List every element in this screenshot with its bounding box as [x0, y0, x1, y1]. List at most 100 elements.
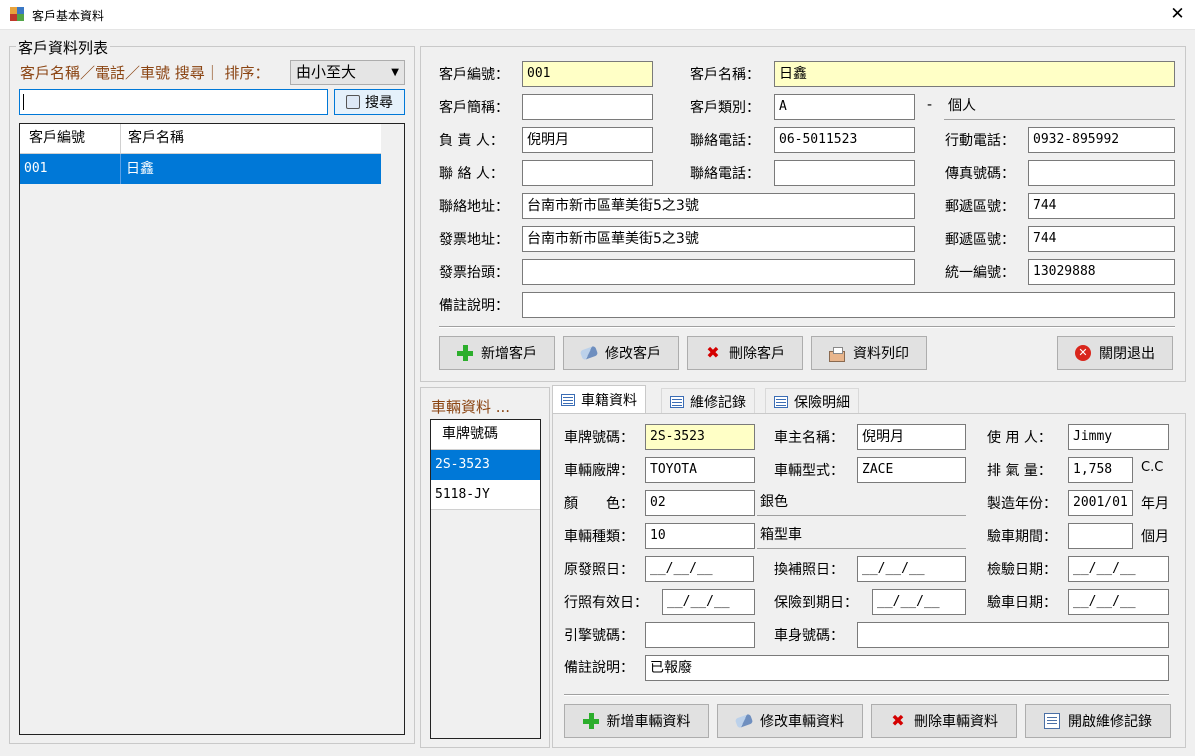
tab-vehicle-info[interactable]: 車籍資料 [552, 385, 646, 414]
type-code-field[interactable]: 10 [645, 523, 755, 549]
exit-label: 關閉退出 [1099, 346, 1155, 362]
customer-memo-field[interactable] [522, 292, 1175, 318]
label-invoice-address: 發票地址： [439, 232, 509, 248]
owner-field[interactable]: 倪明月 [522, 127, 653, 153]
tab-label: 保險明細 [794, 394, 850, 411]
add-vehicle-button[interactable]: 新增車輛資料 [564, 704, 709, 738]
label-zip1: 郵遞區號： [945, 199, 1015, 215]
delete-customer-button[interactable]: ✖ 刪除客戶 [687, 336, 803, 370]
label-user: 使 用 人： [987, 430, 1052, 446]
label-inspect-date: 驗車日期： [987, 595, 1057, 611]
title-bar: 客戶基本資料 ✕ [0, 0, 1195, 30]
year-field[interactable]: 2001/01 [1068, 490, 1133, 516]
exit-button[interactable]: ✕ 關閉退出 [1057, 336, 1173, 370]
plate-field[interactable]: 2S-3523 [645, 424, 755, 450]
table-cell: 日鑫 [126, 161, 154, 177]
label-customer-name: 客戶名稱： [690, 67, 760, 83]
tel2-field[interactable] [774, 160, 915, 186]
list-item[interactable]: 5118-JY [431, 480, 540, 510]
label-vehicle-memo: 備註說明： [564, 660, 634, 676]
column-header[interactable]: 客戶編號 [20, 124, 121, 153]
label-cc: 排 氣 量： [987, 463, 1052, 479]
tab-repair-records[interactable]: 維修記錄 [661, 388, 755, 414]
label-brand: 車輛廠牌： [564, 463, 634, 479]
address-field[interactable]: 台南市新市區華美街5之3號 [522, 193, 915, 219]
customer-id-field[interactable]: 001 [522, 61, 653, 87]
license-valid-field[interactable]: __/__/__ [662, 589, 755, 615]
model-field[interactable]: ZACE [857, 457, 966, 483]
edit-vehicle-button[interactable]: 修改車輛資料 [717, 704, 863, 738]
search-caret [23, 94, 24, 110]
label-mobile: 行動電話： [945, 133, 1015, 149]
reissue-field[interactable]: __/__/__ [857, 556, 966, 582]
open-repair-button[interactable]: 開啟維修記錄 [1025, 704, 1171, 738]
open-repair-label: 開啟維修記錄 [1068, 714, 1152, 730]
search-button[interactable]: 搜尋 [334, 89, 405, 115]
label-contact: 聯 絡 人： [439, 166, 504, 182]
category-dash: - [927, 97, 933, 113]
label-insurance-due: 保險到期日： [774, 595, 858, 611]
label-license-valid: 行照有效日： [564, 595, 648, 611]
period-unit: 個月 [1141, 529, 1169, 545]
first-license-field[interactable]: __/__/__ [645, 556, 754, 582]
customer-category-field[interactable]: A [774, 94, 915, 120]
contact-field[interactable] [522, 160, 653, 186]
tax-id-field[interactable]: 13029888 [1028, 259, 1175, 285]
color-name-field: 銀色 [757, 490, 966, 516]
vehicle-memo-field[interactable]: 已報廢 [645, 655, 1169, 681]
vehicle-grid: 車牌號碼 2S-3523 5118-JY [430, 419, 541, 739]
user-field[interactable]: Jimmy [1068, 424, 1169, 450]
zip2-field[interactable]: 744 [1028, 226, 1175, 252]
tel1-field[interactable]: 06-5011523 [774, 127, 915, 153]
cc-field[interactable]: 1,758 [1068, 457, 1133, 483]
label-customer-id: 客戶編號： [439, 67, 509, 83]
label-first-license: 原發照日： [564, 562, 634, 578]
table-cell: 001 [20, 154, 121, 184]
label-engine-no: 引擎號碼： [564, 628, 634, 644]
cc-unit: C.C [1141, 460, 1164, 475]
insurance-due-field[interactable]: __/__/__ [872, 589, 966, 615]
search-hint-label: 客戶名稱／電話／車號 搜尋｜ 排序： [20, 64, 270, 82]
tab-insurance[interactable]: 保險明細 [765, 388, 859, 414]
label-vehicle-owner: 車主名稱： [774, 430, 844, 446]
mobile-field[interactable]: 0932-895992 [1028, 127, 1175, 153]
list-item[interactable]: 2S-3523 [431, 450, 540, 480]
search-input[interactable] [19, 89, 328, 115]
inspect-period-field[interactable] [1068, 523, 1133, 549]
customer-short-field[interactable] [522, 94, 653, 120]
delete-vehicle-button[interactable]: ✖ 刪除車輛資料 [871, 704, 1017, 738]
color-code-field[interactable]: 02 [645, 490, 755, 516]
check-date-field[interactable]: __/__/__ [1068, 556, 1169, 582]
printer-icon [829, 346, 845, 362]
close-icon[interactable]: ✕ [1160, 0, 1195, 30]
label-tel2: 聯絡電話： [690, 166, 760, 182]
eraser-icon [734, 713, 754, 729]
add-customer-label: 新增客戶 [481, 346, 537, 362]
customer-name-field[interactable]: 日鑫 [774, 61, 1175, 87]
vehicle-separator [564, 694, 1169, 696]
edit-customer-button[interactable]: 修改客戶 [563, 336, 679, 370]
search-icon [346, 95, 360, 109]
inspect-date-field[interactable]: __/__/__ [1068, 589, 1169, 615]
zip1-field[interactable]: 744 [1028, 193, 1175, 219]
table-row[interactable]: 001 日鑫 [20, 154, 381, 184]
vehicle-owner-field[interactable]: 倪明月 [857, 424, 966, 450]
print-customer-button[interactable]: 資料列印 [811, 336, 927, 370]
customer-separator [439, 326, 1175, 328]
print-customer-label: 資料列印 [853, 346, 909, 362]
type-name-field: 箱型車 [757, 523, 966, 549]
invoice-address-field[interactable]: 台南市新市區華美街5之3號 [522, 226, 915, 252]
invoice-title-field[interactable] [522, 259, 915, 285]
brand-field[interactable]: TOYOTA [645, 457, 755, 483]
sort-select[interactable]: 由小至大 ▼ [290, 60, 405, 85]
engine-no-field[interactable] [645, 622, 755, 648]
column-header[interactable]: 客戶名稱 [121, 124, 381, 153]
add-customer-button[interactable]: 新增客戶 [439, 336, 555, 370]
fax-field[interactable] [1028, 160, 1175, 186]
vehicle-list-title: 車輛資料 ... [431, 398, 511, 416]
label-owner: 負 責 人： [439, 133, 504, 149]
category-name-field: 個人 [944, 94, 1175, 120]
body-no-field[interactable] [857, 622, 1169, 648]
add-vehicle-label: 新增車輛資料 [606, 714, 691, 730]
column-header[interactable]: 車牌號碼 [431, 420, 540, 450]
